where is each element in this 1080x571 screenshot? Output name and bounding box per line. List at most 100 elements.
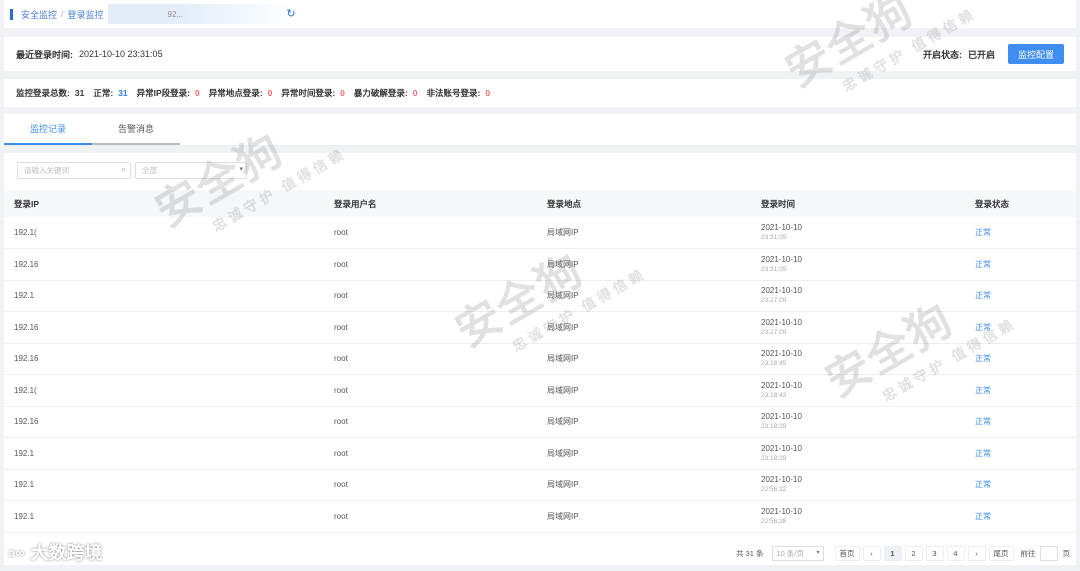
page-button-1[interactable]: 1 xyxy=(883,545,902,561)
stat-abnormal-time-value: 0 xyxy=(340,88,345,98)
cell-location: 局域网IP xyxy=(537,311,751,344)
tab-bar: 监控记录 告警消息 xyxy=(4,114,1076,146)
cell-location: 局域网IP xyxy=(537,469,751,501)
page-button-3[interactable]: 3 xyxy=(925,545,944,561)
status-select[interactable]: 全部 ▾ xyxy=(135,162,247,179)
last-page-button[interactable]: 尾页 xyxy=(988,545,1014,561)
cell-status[interactable]: 正常 xyxy=(965,437,1076,470)
header-login-ip: 登录IP xyxy=(4,190,324,217)
cell-user: root xyxy=(324,500,537,533)
cell-clock: 22:56:28 xyxy=(761,517,787,525)
stat-brute-force-label: 暴力破解登录: xyxy=(353,88,408,98)
cell-location: 局域网IP xyxy=(537,280,751,312)
stat-illegal-account: 非法账号登录: 0 xyxy=(426,87,490,99)
cell-time: 2021-10-10 23:18:43 xyxy=(751,374,965,407)
table-row: 192.16 root 局域网IP 2021-10-10 23:27:09 正常 xyxy=(4,311,1076,344)
cell-status[interactable]: 正常 xyxy=(965,217,1076,249)
cell-user: root xyxy=(324,437,537,470)
cell-user: root xyxy=(324,469,537,501)
stat-abnormal-location-value: 0 xyxy=(267,88,273,98)
breadcrumb-item-login-monitor[interactable]: 登录监控 xyxy=(68,8,104,21)
cell-date: 2021-10-10 xyxy=(761,506,802,516)
cell-ip: 192.1( xyxy=(4,374,324,407)
breadcrumb-separator: / xyxy=(61,9,64,19)
cell-ip: 192.1 xyxy=(4,280,324,312)
cell-user: root xyxy=(324,311,537,344)
goto-label: 前往 xyxy=(1020,548,1036,558)
table-row: 192.16 root 局域网IP 2021-10-10 23:18:29 正常 xyxy=(4,406,1076,438)
search-icon[interactable]: ⌕ xyxy=(121,164,126,175)
cell-time: 2021-10-10 23:31:05 xyxy=(751,217,965,249)
cell-time: 2021-10-10 23:27:09 xyxy=(751,280,965,312)
cell-user: root xyxy=(324,343,537,375)
pagination-total: 共 31 条 xyxy=(735,548,764,558)
tab-monitor-records[interactable]: 监控记录 xyxy=(4,114,92,145)
cell-status[interactable]: 正常 xyxy=(965,406,1076,438)
table-row: 192.1 root 局域网IP 2021-10-10 23:27:09 正常 xyxy=(4,280,1076,312)
cell-date: 2021-10-10 xyxy=(761,317,802,327)
cell-clock: 22:56:32 xyxy=(761,486,787,494)
table-row: 192.1 root 局域网IP 2021-10-10 22:56:28 正常 xyxy=(4,500,1076,533)
monitor-status-group: 开启状态: 已开启 监控配置 xyxy=(923,44,1064,64)
header-login-status: 登录状态 xyxy=(965,190,1076,217)
cell-location: 局域网IP xyxy=(537,374,751,407)
first-page-button[interactable]: 首页 xyxy=(834,545,860,561)
login-records-table: 登录IP 登录用户名 登录地点 登录时间 登录状态 192.1(root 局域网I… xyxy=(4,190,1076,533)
prev-page-button[interactable]: ‹ xyxy=(862,545,881,561)
stat-normal-label: 正常: xyxy=(93,88,114,98)
monitor-config-button[interactable]: 监控配置 xyxy=(1008,44,1064,64)
cell-clock: 23:27:09 xyxy=(761,297,787,305)
refresh-icon[interactable]: ↻ xyxy=(286,7,295,20)
table-row: 192.16 root 局域网IP 2021-10-10 23:31:05 正常 xyxy=(4,248,1076,281)
cell-location: 局域网IP xyxy=(537,343,751,375)
stat-illegal-account-value: 0 xyxy=(485,88,491,98)
stat-abnormal-location-label: 异常地点登录: xyxy=(208,88,263,98)
breadcrumb-item-security-monitor[interactable]: 安全监控 xyxy=(21,8,57,21)
goto-page-input[interactable] xyxy=(1039,545,1058,561)
cell-location: 局域网IP xyxy=(537,437,751,470)
cell-date: 2021-10-10 xyxy=(761,412,802,422)
page-button-4[interactable]: 4 xyxy=(946,545,965,561)
next-page-button[interactable]: › xyxy=(967,545,986,561)
cell-date: 2021-10-10 xyxy=(761,475,802,485)
cell-date: 2021-10-10 xyxy=(761,254,802,264)
breadcrumb-accent xyxy=(10,8,13,20)
cell-clock: 23:27:09 xyxy=(761,328,787,336)
stat-abnormal-ip-label: 异常IP段登录: xyxy=(136,88,190,98)
cell-status[interactable]: 正常 xyxy=(965,343,1076,375)
cell-status[interactable]: 正常 xyxy=(965,500,1076,533)
chevron-down-icon: ▾ xyxy=(816,549,820,556)
cell-status[interactable]: 正常 xyxy=(965,374,1076,407)
cell-status[interactable]: 正常 xyxy=(965,469,1076,501)
page-button-2[interactable]: 2 xyxy=(904,545,923,561)
stat-brute-force: 暴力破解登录: 0 xyxy=(354,87,418,99)
cell-date: 2021-10-10 xyxy=(761,443,802,453)
cell-ip: 192.16 xyxy=(4,248,324,281)
last-login-panel: 最近登录时间: 2021-10-10 23:31:05 开启状态: 已开启 监控… xyxy=(4,37,1076,71)
stat-normal-value: 31 xyxy=(118,88,128,98)
stat-abnormal-ip: 异常IP段登录: 0 xyxy=(137,87,200,99)
cell-ip: 192.16 xyxy=(4,311,324,344)
cell-ip: 192.16 xyxy=(4,406,324,438)
stat-brute-force-value: 0 xyxy=(412,88,418,98)
cell-location: 局域网IP xyxy=(537,500,751,533)
cell-status[interactable]: 正常 xyxy=(965,311,1076,344)
monitor-status-label: 开启状态: xyxy=(922,49,962,60)
cell-user: root xyxy=(324,374,537,407)
page-size-select[interactable]: 10 条/页 ▾ xyxy=(771,545,824,561)
cell-clock: 23:31:05 xyxy=(761,234,787,241)
cell-clock: 23:18:29 xyxy=(761,423,787,431)
cell-status[interactable]: 正常 xyxy=(965,248,1076,281)
cell-user: root xyxy=(324,406,537,438)
tab-alert-messages[interactable]: 告警消息 xyxy=(92,114,180,145)
monitor-status-value: 已开启 xyxy=(967,49,995,60)
breadcrumb-bar: 安全监控 / 登录监控 92... ↻ xyxy=(4,0,1076,28)
host-tab[interactable]: 92... ↻ xyxy=(107,4,298,24)
chevron-down-icon: ▾ xyxy=(239,166,243,173)
cell-user: root xyxy=(324,280,537,312)
cell-location: 局域网IP xyxy=(537,248,751,281)
cell-status[interactable]: 正常 xyxy=(965,280,1076,312)
search-input[interactable]: 请输入关键词 ⌕ xyxy=(17,162,131,179)
cell-ip: 192.16 xyxy=(4,343,324,375)
cell-time: 2021-10-10 22:56:32 xyxy=(751,469,965,501)
